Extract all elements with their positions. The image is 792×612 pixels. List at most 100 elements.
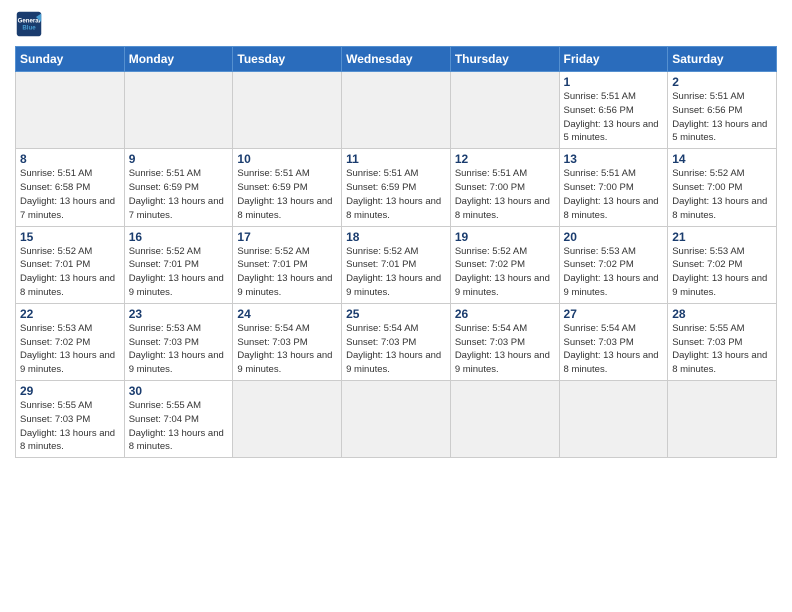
day-number: 30 <box>129 384 229 398</box>
day-number: 14 <box>672 152 772 166</box>
calendar-day-15: 15 Sunrise: 5:52 AMSunset: 7:01 PMDaylig… <box>16 226 125 303</box>
calendar-header-sunday: Sunday <box>16 47 125 72</box>
calendar-header-tuesday: Tuesday <box>233 47 342 72</box>
day-info: Sunrise: 5:51 AMSunset: 6:58 PMDaylight:… <box>20 168 115 220</box>
day-number: 17 <box>237 230 337 244</box>
day-number: 25 <box>346 307 446 321</box>
calendar-empty-cell <box>342 381 451 458</box>
calendar-day-23: 23 Sunrise: 5:53 AMSunset: 7:03 PMDaylig… <box>124 303 233 380</box>
day-info: Sunrise: 5:53 AMSunset: 7:02 PMDaylight:… <box>564 246 659 298</box>
day-number: 24 <box>237 307 337 321</box>
day-info: Sunrise: 5:52 AMSunset: 7:02 PMDaylight:… <box>455 246 550 298</box>
day-info: Sunrise: 5:52 AMSunset: 7:01 PMDaylight:… <box>20 246 115 298</box>
calendar-day-1: 1 Sunrise: 5:51 AMSunset: 6:56 PMDayligh… <box>559 72 668 149</box>
logo-icon: General Blue <box>15 10 43 38</box>
day-info: Sunrise: 5:51 AMSunset: 7:00 PMDaylight:… <box>564 168 659 220</box>
calendar-day-20: 20 Sunrise: 5:53 AMSunset: 7:02 PMDaylig… <box>559 226 668 303</box>
calendar-header-saturday: Saturday <box>668 47 777 72</box>
day-info: Sunrise: 5:52 AMSunset: 7:01 PMDaylight:… <box>237 246 332 298</box>
day-info: Sunrise: 5:54 AMSunset: 7:03 PMDaylight:… <box>455 323 550 375</box>
calendar-day-30: 30 Sunrise: 5:55 AMSunset: 7:04 PMDaylig… <box>124 381 233 458</box>
calendar-day-25: 25 Sunrise: 5:54 AMSunset: 7:03 PMDaylig… <box>342 303 451 380</box>
calendar-empty-cell <box>233 72 342 149</box>
calendar-empty-cell <box>16 72 125 149</box>
day-number: 13 <box>564 152 664 166</box>
calendar-empty-cell <box>233 381 342 458</box>
calendar-day-8: 8 Sunrise: 5:51 AMSunset: 6:58 PMDayligh… <box>16 149 125 226</box>
calendar-day-11: 11 Sunrise: 5:51 AMSunset: 6:59 PMDaylig… <box>342 149 451 226</box>
day-number: 18 <box>346 230 446 244</box>
day-number: 16 <box>129 230 229 244</box>
calendar-week-4: 22 Sunrise: 5:53 AMSunset: 7:02 PMDaylig… <box>16 303 777 380</box>
calendar-day-22: 22 Sunrise: 5:53 AMSunset: 7:02 PMDaylig… <box>16 303 125 380</box>
calendar-header-wednesday: Wednesday <box>342 47 451 72</box>
day-info: Sunrise: 5:53 AMSunset: 7:03 PMDaylight:… <box>129 323 224 375</box>
day-number: 19 <box>455 230 555 244</box>
day-info: Sunrise: 5:51 AMSunset: 6:56 PMDaylight:… <box>564 91 659 143</box>
calendar-empty-cell <box>450 381 559 458</box>
calendar-header-thursday: Thursday <box>450 47 559 72</box>
calendar-week-3: 15 Sunrise: 5:52 AMSunset: 7:01 PMDaylig… <box>16 226 777 303</box>
day-number: 12 <box>455 152 555 166</box>
day-info: Sunrise: 5:55 AMSunset: 7:03 PMDaylight:… <box>672 323 767 375</box>
day-info: Sunrise: 5:51 AMSunset: 6:59 PMDaylight:… <box>346 168 441 220</box>
day-number: 26 <box>455 307 555 321</box>
day-info: Sunrise: 5:54 AMSunset: 7:03 PMDaylight:… <box>564 323 659 375</box>
svg-text:General: General <box>18 17 41 24</box>
calendar-day-18: 18 Sunrise: 5:52 AMSunset: 7:01 PMDaylig… <box>342 226 451 303</box>
svg-text:Blue: Blue <box>22 24 36 31</box>
logo: General Blue <box>15 10 43 38</box>
calendar-day-17: 17 Sunrise: 5:52 AMSunset: 7:01 PMDaylig… <box>233 226 342 303</box>
day-info: Sunrise: 5:53 AMSunset: 7:02 PMDaylight:… <box>20 323 115 375</box>
calendar-table: SundayMondayTuesdayWednesdayThursdayFrid… <box>15 46 777 458</box>
calendar-week-1: 1 Sunrise: 5:51 AMSunset: 6:56 PMDayligh… <box>16 72 777 149</box>
day-info: Sunrise: 5:52 AMSunset: 7:01 PMDaylight:… <box>346 246 441 298</box>
day-info: Sunrise: 5:51 AMSunset: 6:56 PMDaylight:… <box>672 91 767 143</box>
day-number: 2 <box>672 75 772 89</box>
day-number: 20 <box>564 230 664 244</box>
calendar-day-16: 16 Sunrise: 5:52 AMSunset: 7:01 PMDaylig… <box>124 226 233 303</box>
calendar-day-13: 13 Sunrise: 5:51 AMSunset: 7:00 PMDaylig… <box>559 149 668 226</box>
day-number: 9 <box>129 152 229 166</box>
day-number: 8 <box>20 152 120 166</box>
calendar-empty-cell <box>342 72 451 149</box>
day-number: 23 <box>129 307 229 321</box>
calendar-empty-cell <box>450 72 559 149</box>
calendar-week-5: 29 Sunrise: 5:55 AMSunset: 7:03 PMDaylig… <box>16 381 777 458</box>
calendar-header-monday: Monday <box>124 47 233 72</box>
calendar-empty-cell <box>124 72 233 149</box>
day-info: Sunrise: 5:55 AMSunset: 7:03 PMDaylight:… <box>20 400 115 452</box>
day-number: 1 <box>564 75 664 89</box>
day-number: 11 <box>346 152 446 166</box>
day-info: Sunrise: 5:54 AMSunset: 7:03 PMDaylight:… <box>237 323 332 375</box>
calendar-day-29: 29 Sunrise: 5:55 AMSunset: 7:03 PMDaylig… <box>16 381 125 458</box>
calendar-week-2: 8 Sunrise: 5:51 AMSunset: 6:58 PMDayligh… <box>16 149 777 226</box>
calendar-header-row: SundayMondayTuesdayWednesdayThursdayFrid… <box>16 47 777 72</box>
calendar-day-21: 21 Sunrise: 5:53 AMSunset: 7:02 PMDaylig… <box>668 226 777 303</box>
day-info: Sunrise: 5:51 AMSunset: 7:00 PMDaylight:… <box>455 168 550 220</box>
calendar-day-19: 19 Sunrise: 5:52 AMSunset: 7:02 PMDaylig… <box>450 226 559 303</box>
calendar-day-10: 10 Sunrise: 5:51 AMSunset: 6:59 PMDaylig… <box>233 149 342 226</box>
page: General Blue SundayMondayTuesdayWednesda… <box>0 0 792 612</box>
calendar-day-28: 28 Sunrise: 5:55 AMSunset: 7:03 PMDaylig… <box>668 303 777 380</box>
day-info: Sunrise: 5:52 AMSunset: 7:01 PMDaylight:… <box>129 246 224 298</box>
day-number: 22 <box>20 307 120 321</box>
day-info: Sunrise: 5:55 AMSunset: 7:04 PMDaylight:… <box>129 400 224 452</box>
calendar-day-2: 2 Sunrise: 5:51 AMSunset: 6:56 PMDayligh… <box>668 72 777 149</box>
header: General Blue <box>15 10 777 38</box>
day-number: 27 <box>564 307 664 321</box>
calendar-day-24: 24 Sunrise: 5:54 AMSunset: 7:03 PMDaylig… <box>233 303 342 380</box>
calendar-empty-cell <box>668 381 777 458</box>
day-number: 10 <box>237 152 337 166</box>
calendar-header-friday: Friday <box>559 47 668 72</box>
day-number: 21 <box>672 230 772 244</box>
calendar-day-12: 12 Sunrise: 5:51 AMSunset: 7:00 PMDaylig… <box>450 149 559 226</box>
calendar-day-14: 14 Sunrise: 5:52 AMSunset: 7:00 PMDaylig… <box>668 149 777 226</box>
day-info: Sunrise: 5:51 AMSunset: 6:59 PMDaylight:… <box>129 168 224 220</box>
calendar-day-26: 26 Sunrise: 5:54 AMSunset: 7:03 PMDaylig… <box>450 303 559 380</box>
calendar-empty-cell <box>559 381 668 458</box>
day-number: 28 <box>672 307 772 321</box>
day-number: 29 <box>20 384 120 398</box>
day-info: Sunrise: 5:54 AMSunset: 7:03 PMDaylight:… <box>346 323 441 375</box>
day-info: Sunrise: 5:52 AMSunset: 7:00 PMDaylight:… <box>672 168 767 220</box>
